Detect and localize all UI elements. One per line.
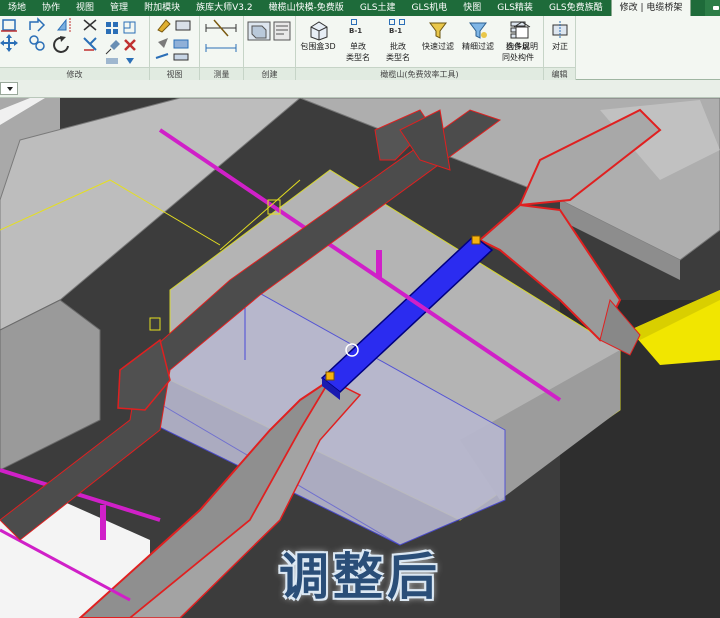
quick-filter-button[interactable]: 快速过滤	[418, 18, 458, 66]
tab-collaborate[interactable]: 协作	[34, 0, 68, 16]
view-tools-icons	[155, 19, 191, 61]
tab-gls-quickmodel[interactable]: 橄榄山快模-免费版	[261, 0, 352, 16]
options-bar	[0, 80, 720, 98]
delete-icon	[124, 39, 136, 51]
batch-rename-label-1: 批改	[390, 42, 406, 51]
dimension-icon	[205, 44, 237, 52]
mirror-icon	[56, 18, 71, 32]
tab-gls-civil[interactable]: GLS土建	[352, 0, 404, 16]
batch-rename-mark-b	[399, 19, 405, 25]
ribbon: 修改 视图 测量 创建 包围盒3D B-1 单改 类型名 B-1 批改 类型名 …	[0, 16, 720, 80]
tab-gls-decoration[interactable]: GLS精装	[489, 0, 541, 16]
panel-view: 视图	[150, 16, 200, 80]
badge-b1: B-1	[349, 27, 363, 35]
tab-view[interactable]: 视图	[68, 0, 102, 16]
tab-modify-cable-tray[interactable]: 修改 | 电缆桥架	[610, 0, 692, 16]
single-rename-button[interactable]: B-1 单改 类型名	[338, 18, 378, 66]
create-group-icon	[247, 21, 271, 41]
tab-family-library[interactable]: 族库大师V3.2	[188, 0, 260, 16]
rotate-icon	[53, 36, 69, 53]
panel-toggle-icon[interactable]	[705, 0, 720, 16]
array-icon	[106, 22, 118, 34]
linework-icon	[155, 53, 189, 61]
scale-icon	[123, 21, 136, 34]
panel-create-title: 创建	[244, 67, 295, 80]
panel-gls-tools-title: 橄榄山(免费效率工具)	[296, 67, 543, 80]
ribbon-tab-bar: 场地 协作 视图 管理 附加模块 族库大师V3.2 橄榄山快模-免费版 GLS土…	[0, 0, 720, 16]
single-rename-mark	[351, 19, 357, 25]
panel-modify-title: 修改	[0, 67, 149, 80]
panel-create: 创建	[244, 16, 296, 80]
paint-icon	[157, 19, 171, 33]
split-icon	[83, 19, 97, 31]
copy-icon	[29, 35, 45, 51]
bbox3d-button[interactable]: 包围盒3D	[298, 18, 338, 66]
bbox3d-label: 包围盒3D	[300, 42, 336, 51]
type-selector-dropdown[interactable]	[0, 82, 18, 95]
panel-modify: 修改	[0, 16, 150, 80]
create-tools-icons	[247, 21, 291, 41]
quick-filter-icon	[429, 22, 447, 39]
quick-filter-label: 快速过滤	[422, 42, 454, 51]
trim-icon	[83, 37, 97, 51]
panel-measure-title: 测量	[200, 67, 243, 80]
component-desc-label: 构件说明	[506, 42, 538, 51]
align-justify-label: 对正	[552, 42, 568, 51]
tray-grip-right	[471, 235, 481, 245]
panel-edit: 对正 编辑	[544, 16, 576, 80]
single-rename-label-1: 单改	[350, 42, 366, 51]
tab-gls-mep[interactable]: GLS机电	[404, 0, 456, 16]
caption-text: 调整后	[279, 547, 441, 606]
panel-measure: 测量	[200, 16, 244, 80]
measure-icon	[205, 19, 237, 37]
hide-icon	[175, 20, 191, 31]
match-icon	[126, 58, 134, 64]
bounding-box-icon	[310, 21, 328, 41]
badge-b2: B-1	[389, 27, 403, 35]
modify-tools-icons	[0, 17, 136, 64]
tab-manage[interactable]: 管理	[102, 0, 136, 16]
component-desc-button[interactable]: 构件说明	[502, 18, 542, 66]
tab-gls-free-family[interactable]: GLS免费族酷	[541, 0, 611, 16]
override-icon	[158, 38, 189, 49]
fine-filter-button[interactable]: 精细过滤	[458, 18, 498, 66]
single-rename-icon: B-1	[347, 19, 369, 41]
panel-view-title: 视图	[150, 67, 199, 80]
magenta-riser-1	[376, 250, 382, 278]
tab-quick-drawing[interactable]: 快图	[455, 0, 489, 16]
batch-rename-label-2: 类型名	[386, 53, 410, 62]
justify-icon	[552, 21, 568, 39]
batch-rename-icon: B-1	[387, 19, 409, 41]
single-rename-label-2: 类型名	[346, 53, 370, 62]
component-desc-icon	[513, 21, 531, 39]
unpin-icon	[106, 58, 118, 64]
tab-site[interactable]: 场地	[0, 0, 34, 16]
magenta-riser-2	[100, 505, 106, 540]
move-icon	[0, 34, 18, 52]
fine-filter-label: 精细过滤	[462, 42, 494, 51]
panel-edit-title: 编辑	[544, 67, 575, 80]
measure-tools-icons	[205, 19, 237, 52]
tab-addins[interactable]: 附加模块	[136, 0, 188, 16]
batch-rename-mark-a	[389, 19, 395, 25]
align-justify-button[interactable]: 对正	[540, 18, 580, 66]
create-similar-icon	[273, 21, 291, 41]
align-icon	[1, 19, 17, 32]
tray-grip-left	[325, 371, 335, 381]
batch-rename-button[interactable]: B-1 批改 类型名	[378, 18, 418, 66]
3d-viewport[interactable]: 调整后	[0, 98, 720, 618]
fine-filter-icon	[469, 22, 487, 39]
pin-icon	[105, 40, 120, 55]
offset-icon	[29, 17, 46, 32]
